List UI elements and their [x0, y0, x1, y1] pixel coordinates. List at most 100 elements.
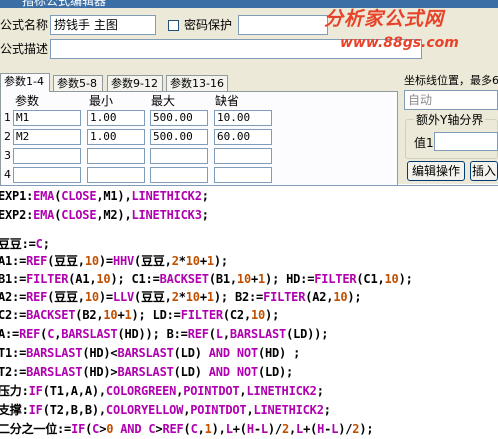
param-min-cell[interactable]: 1.00 — [87, 129, 145, 145]
value1-input[interactable] — [434, 132, 498, 151]
code-text: ); C1:= — [110, 272, 160, 286]
param-default-cell[interactable]: 10.00 — [214, 110, 272, 126]
code-number: 10 — [84, 290, 99, 304]
code-function: LINETHICK2 — [246, 384, 317, 398]
col-header-param: 参数 — [15, 94, 40, 108]
code-number: 10 — [103, 308, 118, 322]
code-text: EXP2: — [0, 208, 34, 222]
code-text: * — [178, 254, 186, 268]
code-function: IF — [28, 384, 43, 398]
code-text: A:= — [0, 327, 20, 341]
code-function: LLV — [112, 290, 135, 304]
param-max-cell[interactable]: 500.00 — [150, 129, 208, 145]
param-default-cell[interactable] — [214, 148, 272, 164]
code-text: (A2, — [305, 290, 334, 304]
code-text: ; — [201, 208, 209, 222]
param-min-cell[interactable] — [87, 167, 145, 183]
window-title: 指标公式编辑器 — [22, 0, 107, 8]
code-text: )/ — [267, 422, 282, 436]
code-text: (HD)> — [82, 365, 118, 379]
code-line: 压力:IF(T1,A,A),COLORGREEN,POINTDOT,LINETH… — [0, 382, 324, 401]
code-function: LINETHICK3 — [131, 208, 202, 222]
code-number: 0 — [106, 422, 114, 436]
tab-params-5-8[interactable]: 参数5-8 — [53, 75, 103, 92]
code-function: LINETHICK2 — [253, 403, 324, 417]
code-line: 二分之一位:=IF(C>0 AND C>REF(C,1),L+(H-L)/2,L… — [0, 420, 374, 439]
param-max-cell[interactable] — [150, 148, 208, 164]
code-text: > — [155, 422, 163, 436]
param-name-cell[interactable]: M2 — [13, 129, 81, 145]
code-function: L — [296, 422, 304, 436]
insert-button[interactable]: 插入 — [470, 161, 498, 181]
tab-params-9-12[interactable]: 参数9-12 — [107, 75, 163, 92]
code-text: ; — [201, 189, 209, 203]
code-line: T2:=BARSLAST(HD)>BARSLAST(LD) AND NOT(LD… — [0, 363, 293, 382]
code-text: (HD)); B:= — [117, 327, 188, 341]
param-min-cell[interactable]: 1.00 — [87, 110, 145, 126]
code-number: 10 — [236, 272, 251, 286]
code-line: A:=REF(C,BARSLAST(HD)); B:=REF(L,BARSLAS… — [0, 325, 328, 344]
coord-select[interactable]: 自动 — [404, 90, 498, 110]
code-function: FILTER — [314, 272, 357, 286]
param-default-cell[interactable] — [214, 167, 272, 183]
code-number: 1 — [206, 254, 214, 268]
name-label: 公式名称 — [0, 18, 49, 32]
code-text: + — [199, 254, 207, 268]
code-text: ), — [211, 422, 226, 436]
code-function: CLOSE — [61, 189, 97, 203]
code-number: 10 — [185, 290, 200, 304]
code-text: (B1, — [208, 272, 237, 286]
code-text: (HD)< — [82, 346, 118, 360]
code-text: (B2, — [75, 308, 104, 322]
code-text: ; — [316, 384, 324, 398]
password-input[interactable] — [238, 15, 328, 35]
code-text: 压力: — [0, 384, 29, 398]
name-input[interactable]: 捞钱手 主图 — [50, 15, 156, 35]
code-function: IF — [71, 422, 86, 436]
code-function: REF — [26, 290, 48, 304]
code-number: 10 — [84, 254, 99, 268]
row-number: 2 — [4, 130, 11, 143]
param-name-cell[interactable]: M1 — [13, 110, 81, 126]
tab-params-1-4[interactable]: 参数1-4 — [0, 73, 50, 92]
param-name-cell[interactable] — [13, 148, 81, 164]
code-function: REF — [162, 422, 184, 436]
code-function: EMA — [33, 189, 55, 203]
code-text: , — [197, 422, 205, 436]
param-min-cell[interactable] — [87, 148, 145, 164]
edit-operation-button[interactable]: 编辑操作 — [407, 161, 465, 181]
code-text: ); LD:= — [131, 308, 181, 322]
desc-label: 公式描述 — [0, 42, 49, 56]
params-tab-page: 参数 最小 最大 缺省 1 M1 1.00 500.00 10.00 2 M2 … — [0, 91, 398, 190]
code-text: (T1,A,A), — [42, 384, 106, 398]
col-header-min: 最小 — [89, 94, 114, 108]
code-function: COLORYELLOW — [105, 403, 184, 417]
code-text: (LD) — [173, 346, 209, 360]
row-number: 4 — [4, 168, 11, 181]
password-checkbox[interactable] — [168, 20, 179, 31]
code-text: * — [178, 290, 186, 304]
code-text: (豆豆, — [47, 254, 85, 268]
code-function: C — [148, 422, 156, 436]
code-line: EXP2:EMA(CLOSE,M2),LINETHICK3; — [0, 206, 209, 225]
code-number: 1 — [124, 308, 132, 322]
param-name-cell[interactable] — [13, 167, 81, 183]
code-number: 10 — [333, 290, 348, 304]
code-text: (LD); — [257, 365, 294, 379]
code-function: C — [92, 422, 100, 436]
code-text: (豆豆, — [134, 254, 172, 268]
code-number: 2 — [171, 254, 179, 268]
extra-axis-label: 额外Y轴分界 — [414, 112, 486, 128]
param-max-cell[interactable]: 500.00 — [150, 110, 208, 126]
code-text: (HD) ; — [257, 346, 301, 360]
coord-line-label: 坐标线位置，最多6 — [404, 74, 498, 87]
tab-params-13-16[interactable]: 参数13-16 — [166, 75, 228, 92]
param-default-cell[interactable]: 60.00 — [214, 129, 272, 145]
code-text: (豆豆, — [134, 290, 172, 304]
code-line: C2:=BACKSET(B2,10+1); LD:=FILTER(C2,10); — [0, 306, 279, 325]
code-editor[interactable]: EXP1:EMA(CLOSE,M1),LINETHICK2; EXP2:EMA(C… — [0, 185, 498, 436]
code-text: A1:= — [0, 254, 27, 268]
param-max-cell[interactable] — [150, 167, 208, 183]
code-text: + — [117, 308, 125, 322]
code-number: 1 — [204, 422, 212, 436]
